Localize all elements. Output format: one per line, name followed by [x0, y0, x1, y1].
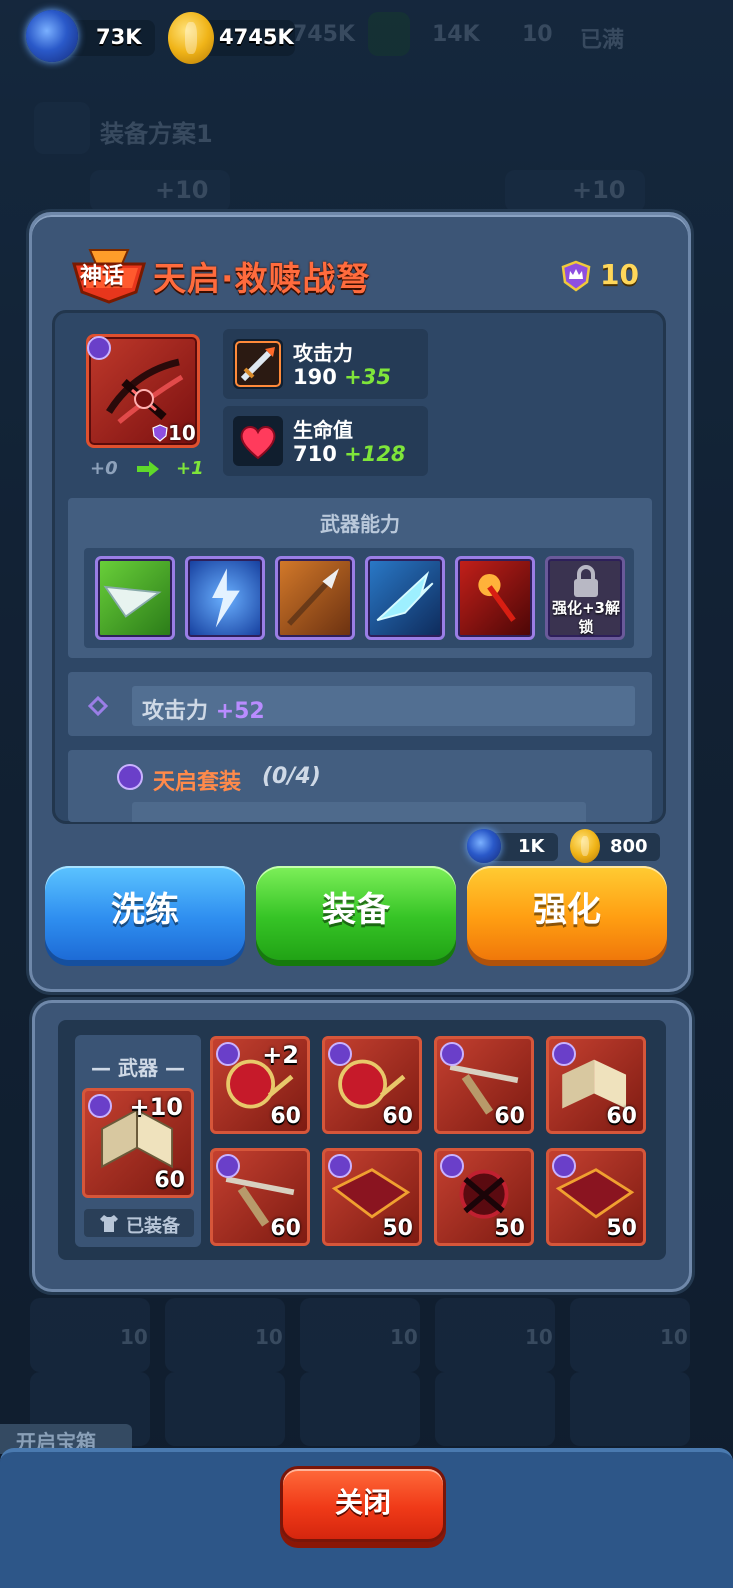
level-shield-icon: [561, 260, 591, 292]
rarity-badge-icon: [216, 1042, 240, 1066]
equipped-slot-label: — 武器 —: [91, 1056, 185, 1080]
ability-lightning-icon[interactable]: [185, 556, 265, 640]
stat-attack-bonus: +35: [344, 365, 391, 389]
set-name: 天启套装: [153, 770, 242, 795]
locked-ability-label: 强化+3解锁: [551, 599, 620, 636]
set-effect-row-cut: [132, 802, 586, 822]
cost-gold-value: 800: [610, 836, 648, 857]
sword-icon: [233, 339, 283, 389]
lightning-badge-icon: [328, 1154, 352, 1178]
lock-icon: [574, 565, 598, 597]
inventory-item[interactable]: 60: [546, 1036, 646, 1134]
level-shield-small-icon: [152, 424, 168, 442]
stat-attack-name: 攻击力: [293, 341, 353, 365]
mythic-crown-badge-icon: [87, 336, 111, 360]
stat-hp-bonus: +128: [344, 442, 406, 466]
item-level: 50: [606, 1216, 637, 1241]
item-name: 天启·救赎战弩: [153, 259, 371, 298]
extra-attribute: 攻击力 +52: [142, 699, 265, 724]
lightning-badge-icon: [440, 1154, 464, 1178]
equipped-level: 60: [154, 1168, 185, 1193]
shirt-icon: [100, 1215, 118, 1232]
stat-hp-name: 生命值: [293, 418, 353, 442]
item-plus: +2: [262, 1041, 299, 1069]
ability-arrowhead-icon[interactable]: [95, 556, 175, 640]
rarity-badge-icon: [440, 1042, 464, 1066]
inventory-item[interactable]: +2 60: [210, 1036, 310, 1134]
inventory-item[interactable]: 50: [434, 1148, 534, 1246]
rarity-badge-icon: [552, 1042, 576, 1066]
stat-attack: 攻击力 190 +35: [223, 329, 428, 399]
inventory-item[interactable]: 60: [210, 1148, 310, 1246]
equip-button[interactable]: 装备: [256, 866, 456, 960]
item-level: 60: [494, 1104, 525, 1129]
diamond-bullet-icon: [88, 696, 108, 716]
stat-hp-value: 710 +128: [293, 442, 406, 466]
gold-value: 4745K: [219, 25, 294, 49]
cost-gold-icon: [570, 829, 600, 863]
ability-fire-arrow-icon[interactable]: [455, 556, 535, 640]
mythic-badge-text: 神话: [80, 264, 125, 289]
stat-attack-value: 190 +35: [293, 365, 391, 389]
set-crown-icon: [117, 764, 143, 790]
close-button[interactable]: 关闭: [280, 1466, 446, 1542]
item-level: 60: [270, 1216, 301, 1241]
weapon-abilities-title: 武器能力: [320, 512, 400, 536]
inventory-item[interactable]: 50: [322, 1148, 422, 1246]
item-level: 60: [606, 1104, 637, 1129]
energy-value: 73K: [96, 25, 142, 49]
set-progress: (0/4): [262, 764, 321, 789]
item-level: 60: [270, 1104, 301, 1129]
gold-coin-icon: [168, 12, 214, 64]
equipped-item[interactable]: +10 60: [82, 1088, 194, 1198]
inventory-item[interactable]: 50: [546, 1148, 646, 1246]
item-level: 50: [382, 1216, 413, 1241]
item-icon-level: 10: [168, 421, 196, 445]
equipped-status: 已装备: [126, 1216, 180, 1237]
equipped-plus: +10: [129, 1093, 183, 1121]
ability-ice-arrow-icon[interactable]: [365, 556, 445, 640]
cost-energy-icon: [467, 829, 501, 863]
enhance-button[interactable]: 强化: [467, 866, 667, 960]
energy-orb-icon: [26, 10, 78, 62]
rarity-badge-icon: [216, 1154, 240, 1178]
inventory-item[interactable]: 60: [434, 1036, 534, 1134]
upgrade-to: +1: [176, 458, 204, 479]
arrow-right-icon: [137, 461, 159, 477]
upgrade-from: +0: [90, 458, 118, 479]
stat-hp: 生命值 710 +128: [223, 406, 428, 476]
rarity-badge-icon: [88, 1094, 112, 1118]
item-level: 10: [600, 258, 639, 291]
cost-energy-value: 1K: [518, 836, 545, 857]
item-level: 60: [382, 1104, 413, 1129]
rarity-badge-icon: [328, 1042, 352, 1066]
item-level: 50: [494, 1216, 525, 1241]
inventory-item[interactable]: 60: [322, 1036, 422, 1134]
reforge-button[interactable]: 洗练: [45, 866, 245, 960]
lightning-badge-icon: [552, 1154, 576, 1178]
ability-spearhead-icon[interactable]: [275, 556, 355, 640]
heart-icon: [233, 416, 283, 466]
ability-locked[interactable]: 强化+3解锁: [545, 556, 625, 640]
